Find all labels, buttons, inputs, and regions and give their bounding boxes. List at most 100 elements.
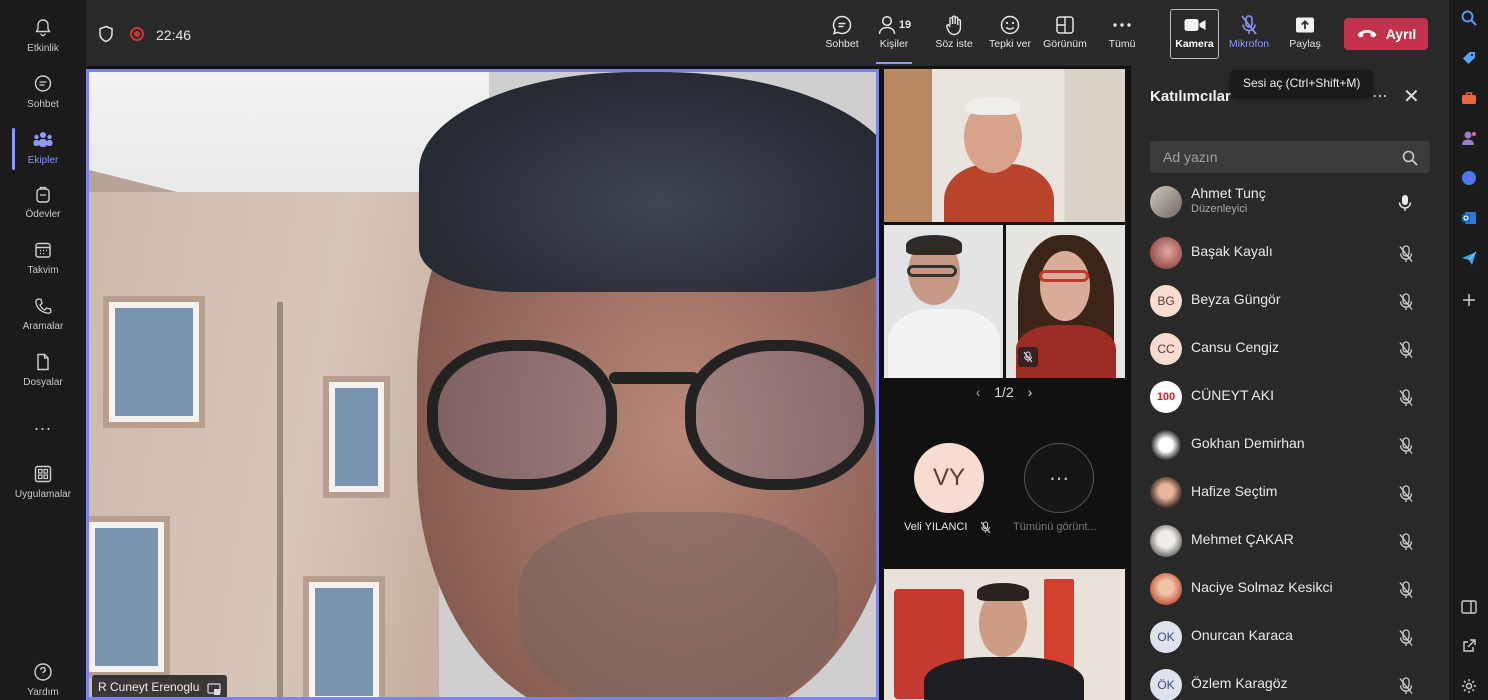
person-icon[interactable] [1459, 128, 1479, 148]
rail-label: Takvim [27, 265, 59, 276]
more-actions-button[interactable]: Tümü [1104, 12, 1140, 60]
participant-row[interactable]: ÖK Özlem Karagöz [1150, 664, 1430, 700]
video-participant-face [1040, 251, 1090, 321]
avatar [1150, 237, 1182, 269]
participant-name-veli: Veli YILANCI [904, 521, 968, 533]
rail-item-more[interactable]: ... [0, 408, 86, 462]
mic-off-icon [1398, 533, 1414, 556]
video-tile-participant[interactable] [884, 69, 1125, 222]
mic-off-icon [1398, 437, 1414, 460]
participant-name: Cansu Cengiz [1191, 339, 1279, 355]
send-icon[interactable] [1459, 248, 1479, 268]
rail-label: Ekipler [27, 155, 59, 166]
main-video-name: R Cuneyt Erenoglu [98, 680, 200, 694]
rail-item-calendar[interactable]: Takvim [0, 232, 86, 286]
avatar [1150, 186, 1182, 218]
rail-item-help[interactable]: Yardım [0, 654, 86, 700]
chevron-right-icon[interactable]: › [1028, 384, 1033, 400]
leave-label: Ayrıl [1385, 26, 1417, 42]
react-button[interactable]: Tepki ver [986, 12, 1034, 60]
chat-button-label: Sohbet [825, 38, 859, 50]
video-participant-jacket [924, 657, 1084, 700]
video-tile-participant[interactable] [884, 225, 1003, 378]
close-icon[interactable]: ✕ [1403, 84, 1420, 109]
more-icon: ⋯ [1049, 467, 1069, 490]
raise-hand-button[interactable]: Söz iste [934, 12, 974, 60]
avatar: CC [1150, 333, 1182, 365]
rail-item-apps[interactable]: Uygulamalar [0, 456, 86, 510]
participant-row[interactable]: Hafize Seçtim [1150, 472, 1430, 518]
participant-row[interactable]: Ahmet Tunç Düzenleyici [1150, 181, 1430, 227]
rail-item-teams[interactable]: Ekipler [0, 122, 86, 176]
avatar: ÖK [1150, 669, 1182, 700]
avatar: 100 [1150, 381, 1182, 413]
rail-label: Dosyalar [23, 377, 63, 388]
video-tile-participant[interactable] [884, 569, 1125, 700]
participant-role: Düzenleyici [1191, 203, 1248, 215]
participant-row[interactable]: Naciye Solmaz Kesikci [1150, 568, 1430, 614]
toolbox-icon[interactable] [1459, 88, 1479, 108]
tag-icon[interactable] [1459, 48, 1479, 68]
main-video-tile[interactable]: R Cuneyt Erenoglu [86, 69, 879, 700]
more-icon [1112, 12, 1132, 38]
camera-label: Kamera [1175, 38, 1214, 50]
rail-label: Uygulamalar [14, 489, 72, 500]
share-button[interactable]: Paylaş [1284, 12, 1326, 60]
mic-tooltip: Sesi aç (Ctrl+Shift+M) [1231, 70, 1373, 96]
people-button[interactable]: 19 Kişiler [876, 12, 912, 64]
participant-name: Onurcan Karaca [1191, 627, 1293, 643]
participant-row[interactable]: BG Beyza Güngör [1150, 280, 1430, 326]
leave-button[interactable]: Ayrıl [1344, 18, 1428, 50]
video-window [89, 516, 170, 678]
plus-icon[interactable] [1459, 290, 1479, 310]
participant-row[interactable]: Mehmet ÇAKAR [1150, 520, 1430, 566]
camera-button[interactable]: Kamera [1172, 12, 1217, 60]
recording-indicator [130, 27, 144, 41]
panel-title: Katılımcılar [1150, 88, 1231, 105]
video-participant-shirt [944, 164, 1054, 222]
video-tile-participant[interactable] [1006, 225, 1125, 378]
more-label: Tümü [1108, 38, 1136, 50]
participant-search-input[interactable] [1150, 141, 1430, 173]
search-icon[interactable] [1459, 8, 1479, 28]
participant-row[interactable]: OK Onurcan Karaca [1150, 616, 1430, 662]
outlook-icon[interactable] [1459, 208, 1479, 228]
mic-on-icon [1398, 194, 1412, 217]
mic-off-icon [1398, 629, 1414, 652]
phone-icon [31, 294, 55, 318]
mic-off-icon [1398, 677, 1414, 700]
open-external-icon[interactable] [1459, 636, 1479, 656]
left-rail: Etkinlik Sohbet Ekipler Ödevler Takvim A… [0, 0, 86, 700]
chevron-left-icon[interactable]: ‹ [976, 384, 981, 400]
participant-row[interactable]: Başak Kayalı [1150, 232, 1430, 278]
participant-row[interactable]: CC Cansu Cengiz [1150, 328, 1430, 374]
copilot-icon[interactable] [1459, 168, 1479, 188]
rail-item-calls[interactable]: Aramalar [0, 288, 86, 342]
camera-icon [1183, 12, 1207, 38]
rail-item-activity[interactable]: Etkinlik [0, 10, 86, 64]
smiley-icon [999, 12, 1021, 38]
gear-icon[interactable] [1459, 676, 1479, 696]
people-icon: 19 [877, 12, 911, 38]
rail-item-files[interactable]: Dosyalar [0, 344, 86, 398]
view-all-button[interactable]: ⋯ [1024, 443, 1094, 513]
participant-row[interactable]: 100 CÜNEYT AKI [1150, 376, 1430, 422]
right-app-bar [1448, 0, 1488, 700]
sidebar-toggle-icon[interactable] [1459, 597, 1479, 617]
avatar [1150, 525, 1182, 557]
avatar-veli[interactable]: VY [914, 443, 984, 513]
video-window [103, 296, 205, 428]
more-icon[interactable]: ⋯ [1372, 86, 1388, 106]
participant-name: Ahmet Tunç [1191, 185, 1266, 201]
hang-up-icon [1356, 26, 1378, 42]
rail-item-chat[interactable]: Sohbet [0, 66, 86, 120]
avatar [1150, 477, 1182, 509]
chat-button[interactable]: Sohbet [824, 12, 860, 60]
participant-row[interactable]: Gokhan Demirhan [1150, 424, 1430, 470]
mic-button[interactable]: Mikrofon [1226, 12, 1272, 60]
video-participant-hair [419, 72, 876, 292]
shield-icon[interactable] [98, 25, 114, 48]
view-button[interactable]: Görünüm [1040, 12, 1090, 60]
rail-item-assignments[interactable]: Ödevler [0, 176, 86, 230]
avatar [1150, 429, 1182, 461]
